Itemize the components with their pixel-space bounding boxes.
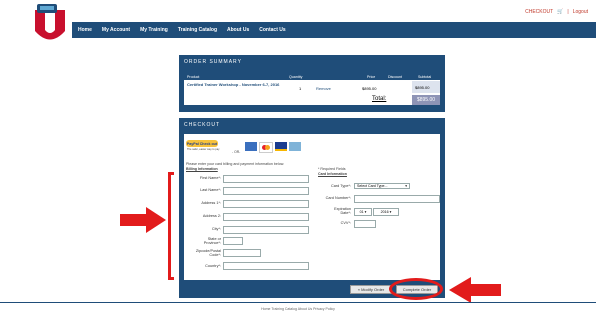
total-label: Total: [372, 96, 387, 102]
first-name-label: First Name*: [199, 176, 221, 180]
instructions-text: Please enter your card billing and payme… [186, 162, 285, 166]
billing-header: Billing Information [186, 167, 218, 171]
country-input[interactable] [223, 262, 309, 270]
checkout-link[interactable]: CHECKOUT [525, 9, 553, 15]
visa-icon [275, 142, 287, 151]
chevron-down-icon: ▾ [405, 184, 407, 188]
site-logo[interactable] [32, 4, 68, 44]
card-number-input[interactable] [354, 195, 440, 203]
address2-label: Address 2: [202, 214, 221, 218]
logout-link[interactable]: Logout [573, 9, 588, 15]
cvv-label: CVV*: [340, 221, 351, 225]
nav-home[interactable]: Home [78, 27, 92, 33]
expiration-label: Expiration Date*: [334, 207, 351, 216]
order-price: $895.00 [362, 86, 377, 91]
state-input[interactable] [223, 237, 243, 245]
footer-links[interactable]: Home Training Catalog About Us Privacy P… [0, 307, 596, 311]
card-header: Card Information [318, 172, 347, 176]
mastercard-icon [259, 142, 273, 153]
exp-month-select[interactable]: 01 ▾ [354, 208, 372, 216]
amex-icon [245, 142, 257, 151]
order-product-name: Certified Trainer Workshop - November 6-… [187, 82, 280, 87]
card-type-label: Card Type*: [331, 184, 351, 188]
address1-label: Address 1*: [201, 201, 221, 205]
card-type-select[interactable]: Select Card Type... ▾ [354, 183, 410, 189]
last-name-input[interactable] [223, 187, 309, 195]
annotation-arrow-left [120, 207, 166, 233]
or-separator: - OR- [232, 150, 241, 154]
paypal-checkout-button[interactable]: PayPal Check out [186, 140, 218, 147]
annotation-bracket [168, 172, 174, 280]
main-nav: Home My Account My Training Training Cat… [78, 22, 286, 38]
nav-my-account[interactable]: My Account [102, 27, 130, 33]
order-table-header: Product Quantity Price Discount Subtotal [184, 74, 440, 80]
nav-training-catalog[interactable]: Training Catalog [178, 27, 217, 33]
top-links: CHECKOUT 🛒 | Logout [525, 9, 588, 15]
card-number-label: Card Number*: [325, 196, 351, 200]
address1-input[interactable] [223, 200, 309, 208]
paypal-note: The safer, easier way to pay [187, 148, 220, 151]
zipcode-input[interactable] [223, 249, 261, 257]
nav-my-training[interactable]: My Training [140, 27, 168, 33]
exp-year-select[interactable]: 2016 ▾ [373, 208, 399, 216]
annotation-circle [389, 278, 443, 300]
footer-divider [0, 302, 596, 303]
remove-link[interactable]: Remove [316, 86, 331, 91]
state-label: State or Province*: [203, 237, 221, 246]
city-input[interactable] [223, 226, 309, 234]
order-summary-title: ORDER SUMMARY [179, 55, 445, 69]
cart-icon[interactable]: 🛒 [557, 9, 563, 15]
modify-order-button[interactable]: « Modify Order [350, 285, 392, 294]
address2-input[interactable] [223, 213, 309, 221]
cvv-input[interactable] [354, 220, 376, 228]
order-quantity: 1 [299, 86, 302, 91]
total-value: $895.00 [412, 95, 440, 105]
country-label: Country*: [205, 264, 221, 268]
nav-contact-us[interactable]: Contact Us [259, 27, 285, 33]
annotation-arrow-right [449, 277, 501, 303]
discover-icon [289, 142, 301, 151]
first-name-input[interactable] [223, 175, 309, 183]
zipcode-label: Zipcode/Postal Code*: [195, 249, 221, 258]
checkout-title: CHECKOUT [179, 118, 445, 132]
last-name-label: Last Name*: [200, 188, 221, 192]
card-logos [245, 142, 301, 153]
city-label: City*: [211, 227, 221, 231]
order-subtotal: $895.00 [415, 85, 430, 90]
nav-about-us[interactable]: About Us [227, 27, 249, 33]
required-note: * Required Fields [318, 167, 346, 171]
